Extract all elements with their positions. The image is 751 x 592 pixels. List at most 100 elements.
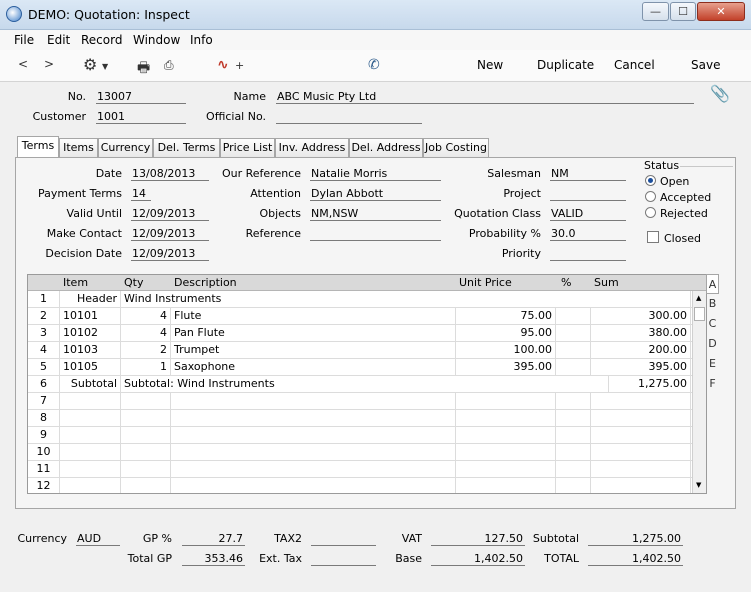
side-tab-a[interactable]: A	[706, 274, 719, 294]
reference-field[interactable]	[310, 227, 441, 241]
description-cell[interactable]: Wind Instruments	[121, 291, 691, 308]
tab-price-list[interactable]: Price List	[220, 138, 275, 157]
sum-cell[interactable]: 380.00	[591, 325, 691, 342]
qty-cell[interactable]	[121, 427, 171, 444]
unit-price-cell[interactable]	[456, 410, 556, 427]
sum-cell[interactable]	[591, 410, 691, 427]
scroll-down-icon[interactable]: ▼	[696, 481, 701, 489]
description-cell[interactable]	[171, 410, 456, 427]
project-field[interactable]	[550, 187, 626, 201]
objects-field[interactable]: NM,NSW	[310, 207, 441, 221]
decision-date-field[interactable]: 12/09/2013	[131, 247, 209, 261]
phone-icon[interactable]: ✆	[368, 57, 380, 73]
currency-field[interactable]: AUD	[76, 532, 120, 546]
tab-del-address[interactable]: Del. Address	[349, 138, 423, 157]
vat-field[interactable]: 127.50	[431, 532, 525, 546]
item-cell[interactable]: 10101	[60, 308, 121, 325]
make-contact-field[interactable]: 12/09/2013	[131, 227, 209, 241]
item-cell[interactable]	[60, 478, 121, 493]
sum-cell[interactable]	[591, 427, 691, 444]
sum-cell[interactable]: 395.00	[591, 359, 691, 376]
sum-cell[interactable]	[591, 393, 691, 410]
tab-inv-address[interactable]: Inv. Address	[275, 138, 349, 157]
attachment-icon[interactable]: 📎	[710, 84, 730, 103]
item-cell[interactable]: 10105	[60, 359, 121, 376]
tab-job-costing[interactable]: Job Costing	[423, 138, 489, 157]
unit-price-cell[interactable]	[456, 461, 556, 478]
unit-price-cell[interactable]	[456, 478, 556, 493]
unit-price-cell[interactable]	[456, 444, 556, 461]
new-button[interactable]: New	[477, 58, 503, 72]
percent-cell[interactable]	[556, 359, 591, 376]
description-cell[interactable]	[171, 393, 456, 410]
percent-cell[interactable]	[556, 393, 591, 410]
unit-price-cell[interactable]: 95.00	[456, 325, 556, 342]
percent-cell[interactable]	[556, 410, 591, 427]
status-rejected-radio[interactable]	[645, 207, 656, 218]
item-cell[interactable]: Header	[60, 291, 121, 308]
sum-cell[interactable]	[591, 478, 691, 493]
official-no-field[interactable]	[276, 110, 422, 124]
description-cell[interactable]	[171, 427, 456, 444]
qty-cell[interactable]	[121, 393, 171, 410]
next-record-icon[interactable]: >	[44, 57, 54, 71]
percent-cell[interactable]	[556, 444, 591, 461]
no-field[interactable]: 13007	[96, 90, 186, 104]
description-cell[interactable]	[171, 461, 456, 478]
subtotal-field[interactable]: 1,275.00	[588, 532, 683, 546]
item-cell[interactable]	[60, 410, 121, 427]
customer-field[interactable]: 1001	[96, 110, 186, 124]
duplicate-button[interactable]: Duplicate	[537, 58, 594, 72]
percent-cell[interactable]	[556, 342, 591, 359]
maximize-button[interactable]: ☐	[670, 2, 696, 21]
previous-record-icon[interactable]: <	[18, 57, 28, 71]
description-cell[interactable]: Flute	[171, 308, 456, 325]
percent-cell[interactable]	[556, 461, 591, 478]
scroll-thumb[interactable]	[694, 307, 705, 321]
grid-scrollbar[interactable]: ▲ ▼	[692, 291, 706, 493]
percent-cell[interactable]	[556, 325, 591, 342]
description-cell[interactable]: Trumpet	[171, 342, 456, 359]
gear-icon[interactable]: ⚙	[83, 55, 97, 74]
item-cell[interactable]: 10103	[60, 342, 121, 359]
priority-field[interactable]	[550, 247, 626, 261]
percent-cell[interactable]	[556, 478, 591, 493]
description-cell[interactable]: Saxophone	[171, 359, 456, 376]
percent-cell[interactable]	[556, 308, 591, 325]
tax2-field[interactable]	[311, 532, 376, 546]
side-tab-b[interactable]: B	[706, 294, 719, 314]
table-row[interactable]: 2 10101 4 Flute 75.00 300.00	[28, 308, 694, 325]
qty-cell[interactable]	[121, 410, 171, 427]
name-field[interactable]: ABC Music Pty Ltd	[276, 90, 694, 104]
activity-icon[interactable]: ∿	[217, 57, 229, 73]
sum-cell[interactable]	[591, 444, 691, 461]
scroll-up-icon[interactable]: ▲	[696, 294, 701, 302]
table-row[interactable]: 4 10103 2 Trumpet 100.00 200.00	[28, 342, 694, 359]
sum-cell[interactable]: 1,275.00	[609, 376, 691, 393]
date-field[interactable]: 13/08/2013	[131, 167, 209, 181]
table-row[interactable]: 10	[28, 444, 694, 461]
table-row[interactable]: 6 Subtotal Subtotal: Wind Instruments 1,275…	[28, 376, 694, 393]
side-tab-e[interactable]: E	[706, 354, 719, 374]
qty-cell[interactable]: 2	[121, 342, 171, 359]
unit-price-cell[interactable]: 395.00	[456, 359, 556, 376]
item-cell[interactable]	[60, 444, 121, 461]
ext-tax-field[interactable]	[311, 552, 376, 566]
item-cell[interactable]	[60, 461, 121, 478]
menu-window[interactable]: Window	[133, 33, 180, 47]
table-row[interactable]: 5 10105 1 Saxophone 395.00 395.00	[28, 359, 694, 376]
menu-record[interactable]: Record	[81, 33, 122, 47]
table-row[interactable]: 9	[28, 427, 694, 444]
side-tab-c[interactable]: C	[706, 314, 719, 334]
unit-price-cell[interactable]: 100.00	[456, 342, 556, 359]
description-cell[interactable]	[171, 478, 456, 493]
item-cell[interactable]	[60, 393, 121, 410]
menu-info[interactable]: Info	[190, 33, 213, 47]
add-activity-icon[interactable]: +	[235, 59, 244, 72]
closed-checkbox[interactable]	[647, 231, 659, 243]
print-preview-icon[interactable]: ⎙	[164, 58, 174, 73]
qty-cell[interactable]	[121, 478, 171, 493]
qty-cell[interactable]	[121, 444, 171, 461]
base-field[interactable]: 1,402.50	[431, 552, 525, 566]
cancel-button[interactable]: Cancel	[614, 58, 655, 72]
